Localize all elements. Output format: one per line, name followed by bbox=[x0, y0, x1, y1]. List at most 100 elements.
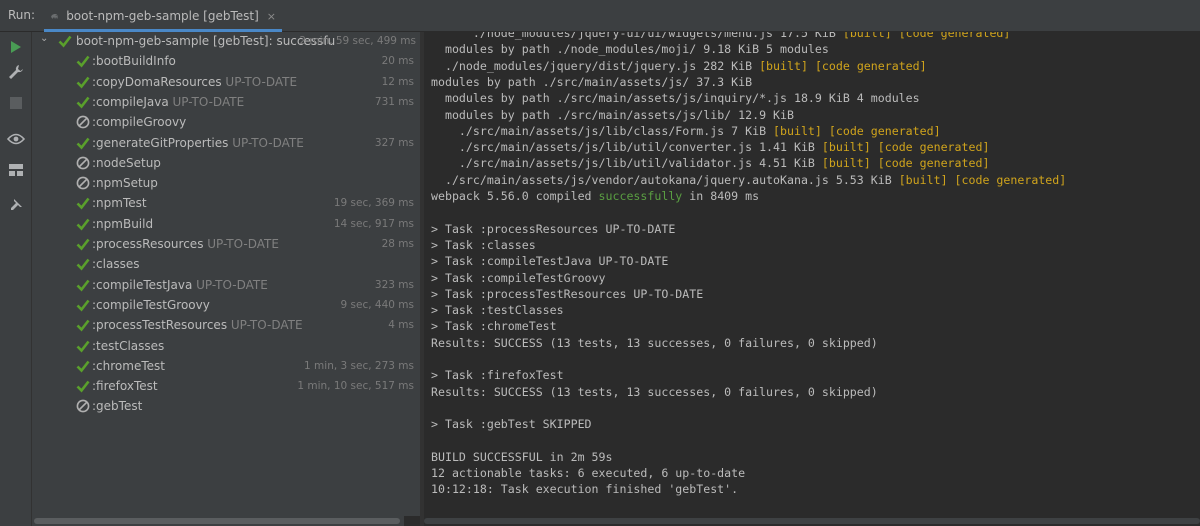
task-row[interactable]: :classes bbox=[32, 255, 420, 275]
task-row[interactable]: :compileGroovy bbox=[32, 113, 420, 133]
task-label: :firefoxTest bbox=[92, 379, 158, 393]
console-line: modules by path ./src/main/assets/js/lib… bbox=[431, 107, 794, 123]
task-row[interactable]: :processTestResources UP-TO-DATE 4 ms bbox=[32, 316, 420, 336]
success-check-icon bbox=[76, 137, 90, 149]
console-text: ./src/main/assets/js/lib/util/converter.… bbox=[458, 140, 815, 155]
tree-horizontal-scrollbar[interactable] bbox=[32, 516, 404, 526]
task-row[interactable]: :compileJava UP-TO-DATE 731 ms bbox=[32, 93, 420, 113]
task-row[interactable]: :compileTestGroovy 9 sec, 440 ms bbox=[32, 296, 420, 316]
compile-time: in 8409 ms bbox=[689, 189, 760, 203]
console-line: ./src/main/assets/js/lib/class/Form.js 7… bbox=[431, 123, 941, 139]
console-text: > Task :processTestResources UP-TO-DATE bbox=[431, 286, 704, 301]
built-tag: [built] bbox=[842, 32, 892, 40]
eye-icon[interactable] bbox=[5, 128, 27, 150]
console-text: modules by path ./src/main/assets/js/ 37… bbox=[431, 74, 753, 89]
task-row[interactable]: :testClasses bbox=[32, 337, 420, 357]
console-line: ./src/main/assets/js/lib/util/converter.… bbox=[431, 139, 990, 155]
console-text: > Task :testClasses bbox=[431, 303, 564, 318]
scrollbar-thumb[interactable] bbox=[424, 518, 1200, 524]
task-row[interactable]: :npmBuild 14 sec, 917 ms bbox=[32, 215, 420, 235]
built-tag: [built] bbox=[821, 140, 871, 155]
task-label: :classes bbox=[92, 257, 139, 271]
task-duration: 2 min, 59 sec, 499 ms bbox=[299, 35, 416, 47]
wrench-icon[interactable] bbox=[5, 61, 27, 83]
console-line: > Task :chromeTest bbox=[431, 318, 557, 334]
console-line: modules by path ./node_modules/moji/ 9.1… bbox=[431, 41, 829, 57]
console-line: > Task :compileTestGroovy bbox=[431, 270, 606, 286]
task-duration: 731 ms bbox=[374, 95, 414, 108]
task-duration: 9 sec, 440 ms bbox=[340, 298, 414, 311]
task-up-to-date: UP-TO-DATE bbox=[228, 135, 304, 150]
success-check-icon bbox=[76, 380, 90, 393]
console-line: Results: SUCCESS (13 tests, 13 successes… bbox=[431, 384, 878, 400]
console-line: > Task :testClasses bbox=[431, 302, 564, 318]
run-toolwindow-header: Run: boot-npm-geb-sample [gebTest] × bbox=[0, 0, 1200, 32]
success-check-icon bbox=[76, 299, 90, 312]
code-generated-tag: [code generated] bbox=[954, 172, 1067, 187]
task-up-to-date: UP-TO-DATE bbox=[168, 94, 245, 109]
console-horizontal-scrollbar[interactable] bbox=[424, 516, 1200, 526]
console-text: ./src/main/assets/js/lib/util/validator.… bbox=[458, 156, 815, 171]
scrollbar-thumb[interactable] bbox=[34, 518, 400, 524]
task-row[interactable]: :npmSetup bbox=[32, 174, 420, 194]
built-tag: [built] bbox=[898, 172, 948, 187]
task-label: :nodeSetup bbox=[92, 156, 161, 170]
console-line: 12 actionable tasks: 6 executed, 6 up-to… bbox=[431, 465, 745, 481]
tree-root-row[interactable]: ⌄ boot-npm-geb-sample [gebTest]: successf… bbox=[32, 32, 420, 52]
task-label: :compileGroovy bbox=[92, 115, 186, 129]
console-text: Results: SUCCESS (13 tests, 13 successes… bbox=[431, 335, 878, 350]
task-name: :nodeSetup bbox=[92, 155, 161, 170]
code-generated-tag: [code generated] bbox=[898, 32, 1011, 40]
console-text: > Task :firefoxTest bbox=[431, 368, 564, 383]
console-line: > Task :processTestResources UP-TO-DATE bbox=[431, 286, 703, 302]
skipped-icon bbox=[76, 399, 90, 413]
task-row[interactable]: :chromeTest 1 min, 3 sec, 273 ms bbox=[32, 357, 420, 377]
task-row[interactable]: :firefoxTest 1 min, 10 sec, 517 ms bbox=[32, 377, 420, 397]
success-check-icon bbox=[76, 55, 90, 68]
stop-icon[interactable] bbox=[5, 92, 27, 114]
task-label: :npmBuild bbox=[92, 217, 153, 231]
task-row[interactable]: :npmTest 19 sec, 369 ms bbox=[32, 194, 420, 214]
layout-icon[interactable] bbox=[5, 159, 27, 181]
console-text: Results: SUCCESS (13 tests, 13 successes… bbox=[431, 384, 878, 399]
task-label: :compileTestJava UP-TO-DATE bbox=[92, 278, 268, 292]
console-output: ./node_modules/jquery-ui/ui/widgets/menu… bbox=[424, 32, 1200, 526]
task-duration: 14 sec, 917 ms bbox=[333, 217, 414, 230]
console-text: webpack 5.56.0 compiled bbox=[431, 189, 592, 203]
close-icon[interactable]: × bbox=[267, 10, 276, 23]
console-line: 10:12:18: Task execution finished 'gebTe… bbox=[431, 481, 738, 497]
task-row[interactable]: :copyDomaResources UP-TO-DATE 12 ms bbox=[32, 73, 420, 93]
console-text: ./src/main/assets/js/lib/class/Form.js 7… bbox=[458, 123, 767, 138]
task-name: :gebTest bbox=[92, 399, 143, 414]
tab-run-configuration[interactable]: boot-npm-geb-sample [gebTest] × bbox=[44, 3, 282, 32]
chevron-down-icon[interactable]: ⌄ bbox=[40, 33, 48, 44]
console-line: BUILD SUCCESSFUL in 2m 59s bbox=[431, 449, 612, 465]
task-name: :processTestResources bbox=[92, 318, 228, 333]
task-duration: 4 ms bbox=[388, 319, 414, 332]
console-line: ./node_modules/jquery-ui/ui/widgets/menu… bbox=[431, 32, 1011, 41]
task-name: :npmTest bbox=[92, 196, 147, 211]
task-label: :chromeTest bbox=[92, 359, 165, 373]
console-line: Results: SUCCESS (13 tests, 13 successes… bbox=[431, 335, 878, 351]
task-row[interactable]: :nodeSetup bbox=[32, 154, 420, 174]
success-check-icon bbox=[76, 238, 90, 251]
task-row[interactable]: :generateGitProperties UP-TO-DATE 327 ms bbox=[32, 134, 420, 154]
pin-icon[interactable] bbox=[5, 194, 27, 216]
task-name: :compileTestGroovy bbox=[92, 297, 210, 312]
console-line: > Task :processResources UP-TO-DATE bbox=[431, 221, 675, 237]
run-icon[interactable] bbox=[5, 36, 27, 58]
task-label: :processTestResources UP-TO-DATE bbox=[92, 318, 303, 332]
task-duration: 1 min, 3 sec, 273 ms bbox=[304, 359, 414, 372]
task-row[interactable]: :gebTest bbox=[32, 397, 420, 417]
task-row[interactable]: :compileTestJava UP-TO-DATE 323 ms bbox=[32, 276, 420, 296]
task-name: :npmSetup bbox=[92, 176, 158, 191]
task-up-to-date: UP-TO-DATE bbox=[221, 74, 298, 89]
task-row[interactable]: :processResources UP-TO-DATE 28 ms bbox=[32, 235, 420, 255]
task-row[interactable]: :bootBuildInfo 20 ms bbox=[32, 52, 420, 72]
console-line: ./src/main/assets/js/lib/util/validator.… bbox=[431, 155, 990, 171]
task-label: :gebTest bbox=[92, 399, 142, 413]
code-generated-tag: [code generated] bbox=[877, 140, 990, 155]
task-name: :firefoxTest bbox=[92, 379, 158, 394]
console-text: 10:12:18: Task execution finished 'gebTe… bbox=[431, 482, 739, 497]
console-text: modules by path ./node_modules/moji/ 9.1… bbox=[444, 42, 829, 57]
